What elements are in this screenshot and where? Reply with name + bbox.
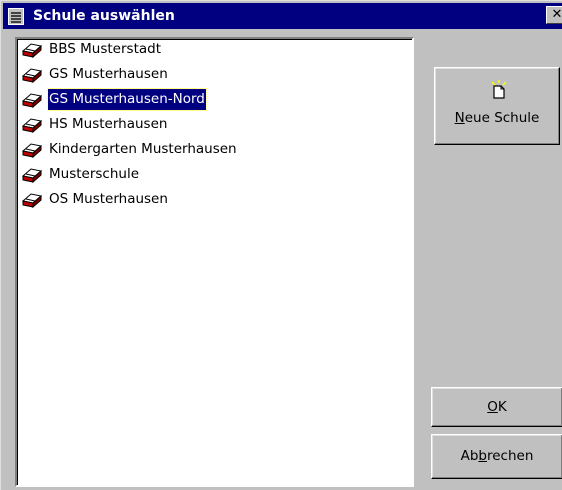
new-school-label-rest: eue Schule — [464, 110, 540, 126]
list-item-label: Kindergarten Musterhausen — [49, 141, 237, 157]
school-book-icon — [21, 143, 43, 158]
window-title: Schule auswählen — [33, 8, 175, 24]
ok-label-rest: K — [497, 399, 507, 415]
list-item-label: Musterschule — [49, 166, 140, 182]
close-icon: ✕ — [551, 7, 562, 22]
cancel-label-pre: Ab — [460, 448, 479, 464]
list-item-label: GS Musterhausen-Nord — [47, 88, 207, 111]
close-button[interactable]: ✕ — [546, 6, 562, 24]
list-item-label: GS Musterhausen — [49, 66, 168, 82]
school-book-icon — [21, 193, 43, 208]
title-bar[interactable]: Schule auswählen — [3, 3, 562, 29]
ok-accel: O — [487, 399, 498, 415]
school-listbox[interactable]: BBS Musterstadt GS Musterhausen GS Muste… — [15, 37, 414, 487]
list-item-label: HS Musterhausen — [49, 116, 168, 132]
school-book-icon — [21, 168, 43, 183]
cancel-accel: b — [478, 448, 487, 464]
cancel-button[interactable]: Abbrechen — [431, 434, 562, 479]
new-school-accel: N — [454, 110, 465, 126]
new-school-label: Neue Schule — [435, 110, 559, 126]
list-item-label: OS Musterhausen — [49, 191, 168, 207]
cancel-label-rest: rechen — [486, 448, 534, 464]
new-document-icon — [491, 80, 507, 99]
school-book-icon — [21, 93, 43, 108]
school-book-icon — [21, 118, 43, 133]
school-book-icon — [21, 43, 43, 58]
dialog-window: Schule auswählen ✕ BBS Musterstadt GS Mu… — [0, 0, 562, 490]
ok-button[interactable]: OK — [431, 387, 562, 427]
new-school-button[interactable]: Neue Schule — [434, 67, 560, 145]
app-icon — [8, 8, 24, 25]
list-item-label: BBS Musterstadt — [49, 41, 161, 57]
school-book-icon — [21, 68, 43, 83]
